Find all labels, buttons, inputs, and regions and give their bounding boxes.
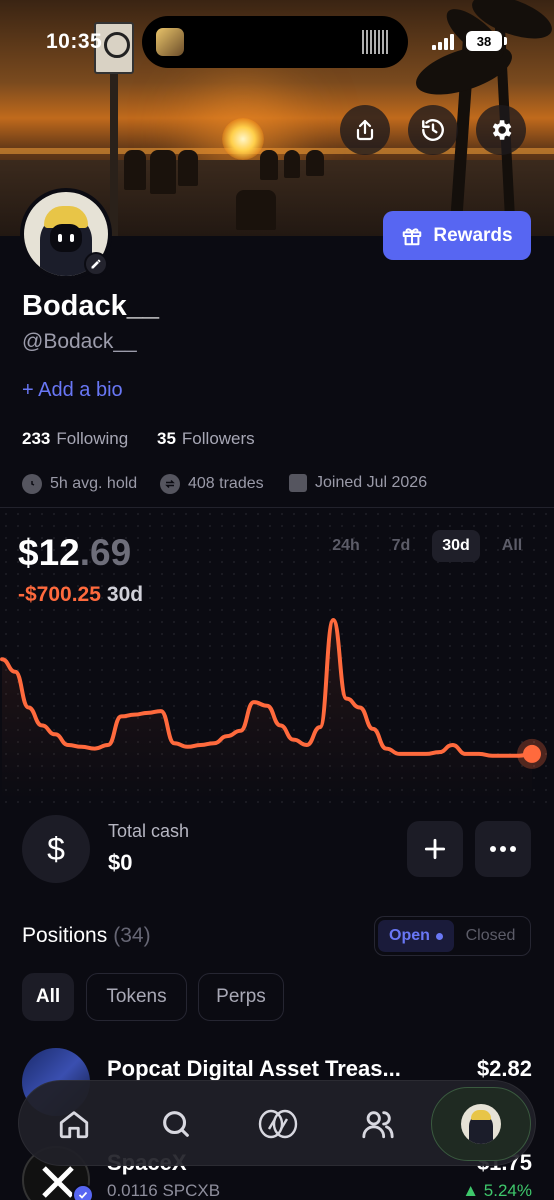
gear-icon bbox=[492, 120, 512, 140]
position-amount: 0.0116 SPCXB bbox=[107, 1181, 221, 1200]
bottom-nav bbox=[18, 1080, 536, 1166]
following-stat[interactable]: 233 Following bbox=[22, 429, 128, 449]
trades-stat: 408 trades bbox=[160, 474, 264, 494]
avg-hold-text: 5h avg. hold bbox=[50, 475, 138, 492]
home-icon bbox=[59, 1111, 89, 1139]
nav-home[interactable] bbox=[45, 1095, 103, 1153]
followers-count: 35 bbox=[157, 429, 176, 448]
timeframe-24h[interactable]: 24h bbox=[324, 530, 368, 562]
avg-hold-stat: 5h avg. hold bbox=[22, 474, 137, 494]
banner-horizon bbox=[0, 148, 554, 154]
balance-whole: $12 bbox=[18, 532, 80, 573]
total-cash-value: $0 bbox=[108, 850, 133, 875]
more-options-button[interactable] bbox=[475, 821, 531, 877]
positions-count: (34) bbox=[113, 924, 151, 947]
share-button[interactable] bbox=[340, 105, 390, 155]
timeframe-30d[interactable]: 30d bbox=[432, 530, 480, 562]
joined-stat: Joined Jul 2026 bbox=[289, 474, 427, 492]
positions-title: Positions (34) bbox=[22, 924, 151, 948]
followers-label: Followers bbox=[181, 429, 255, 448]
banner-person bbox=[284, 150, 300, 178]
open-dot-icon bbox=[435, 932, 443, 940]
social-icon bbox=[362, 1111, 394, 1139]
dollar-icon: $ bbox=[22, 815, 90, 883]
followers-stat[interactable]: 35 Followers bbox=[157, 429, 255, 449]
nav-social[interactable] bbox=[349, 1095, 407, 1153]
calendar-icon bbox=[289, 474, 307, 492]
share-icon bbox=[356, 119, 374, 141]
banner-person bbox=[150, 150, 176, 194]
position-value: $2.82 bbox=[476, 1056, 532, 1081]
portfolio-balance: $12.69 bbox=[18, 532, 131, 574]
search-icon bbox=[163, 1111, 189, 1137]
banner-person bbox=[178, 150, 198, 186]
filter-perps[interactable]: Perps bbox=[198, 973, 284, 1021]
banner-person bbox=[260, 150, 278, 180]
status-time: 10:35 bbox=[46, 30, 103, 53]
open-tab[interactable]: Open bbox=[378, 920, 454, 952]
verified-icon bbox=[72, 1184, 94, 1200]
filter-all[interactable]: All bbox=[22, 973, 74, 1021]
more-icon bbox=[490, 846, 516, 852]
plus-icon bbox=[424, 838, 446, 860]
display-name: Bodack__ bbox=[22, 290, 160, 322]
deposit-button[interactable] bbox=[407, 821, 463, 877]
banner-sun bbox=[222, 118, 264, 160]
following-label: Following bbox=[56, 429, 129, 448]
rewards-label: Rewards bbox=[433, 224, 513, 246]
settings-button[interactable] bbox=[476, 105, 526, 155]
trades-text: 408 trades bbox=[188, 475, 264, 492]
profile-avatar-icon bbox=[461, 1104, 501, 1144]
portfolio-chart bbox=[0, 618, 547, 800]
trade-icon bbox=[258, 1109, 298, 1139]
position-name[interactable]: Popcat Digital Asset Treas... bbox=[107, 1056, 401, 1082]
closed-tab[interactable]: Closed bbox=[454, 927, 527, 945]
swap-icon bbox=[160, 474, 180, 494]
pencil-icon bbox=[91, 259, 101, 269]
cellular-signal-icon bbox=[432, 34, 458, 50]
battery-level: 38 bbox=[476, 33, 492, 49]
dynamic-island bbox=[142, 16, 408, 68]
banner-person bbox=[236, 190, 276, 230]
following-count: 233 bbox=[22, 429, 51, 448]
chart-current-point bbox=[523, 744, 541, 763]
rewards-button[interactable]: Rewards bbox=[383, 211, 531, 260]
balance-decimal: .69 bbox=[79, 532, 132, 573]
audio-wave-icon bbox=[362, 30, 390, 54]
battery-icon: 38 bbox=[466, 31, 507, 51]
position-change: ▲ 5.24% bbox=[462, 1181, 532, 1200]
chart-area-fill bbox=[2, 620, 532, 800]
filter-tokens[interactable]: Tokens bbox=[86, 973, 187, 1021]
positions-label: Positions bbox=[22, 924, 108, 947]
now-playing-artwork bbox=[156, 28, 184, 56]
nav-profile[interactable] bbox=[431, 1087, 531, 1161]
nav-trade[interactable] bbox=[249, 1095, 307, 1153]
open-closed-toggle: Open Closed bbox=[374, 916, 531, 956]
banner-person bbox=[306, 150, 324, 176]
history-icon bbox=[422, 119, 444, 141]
timeframe-all[interactable]: All bbox=[494, 530, 530, 562]
clock-icon bbox=[22, 474, 42, 494]
banner-person bbox=[124, 150, 146, 190]
timeframe-7d[interactable]: 7d bbox=[382, 530, 420, 562]
banner-sign-pole bbox=[110, 60, 118, 236]
nav-search[interactable] bbox=[147, 1095, 205, 1153]
add-bio-link[interactable]: + Add a bio bbox=[22, 379, 123, 402]
edit-avatar-button[interactable] bbox=[84, 252, 108, 276]
user-handle: @Bodack__ bbox=[22, 330, 137, 353]
history-button[interactable] bbox=[408, 105, 458, 155]
joined-text: Joined Jul 2026 bbox=[315, 474, 428, 491]
open-tab-label: Open bbox=[389, 927, 430, 944]
gift-icon bbox=[403, 227, 422, 245]
total-cash-label: Total cash bbox=[108, 821, 190, 841]
